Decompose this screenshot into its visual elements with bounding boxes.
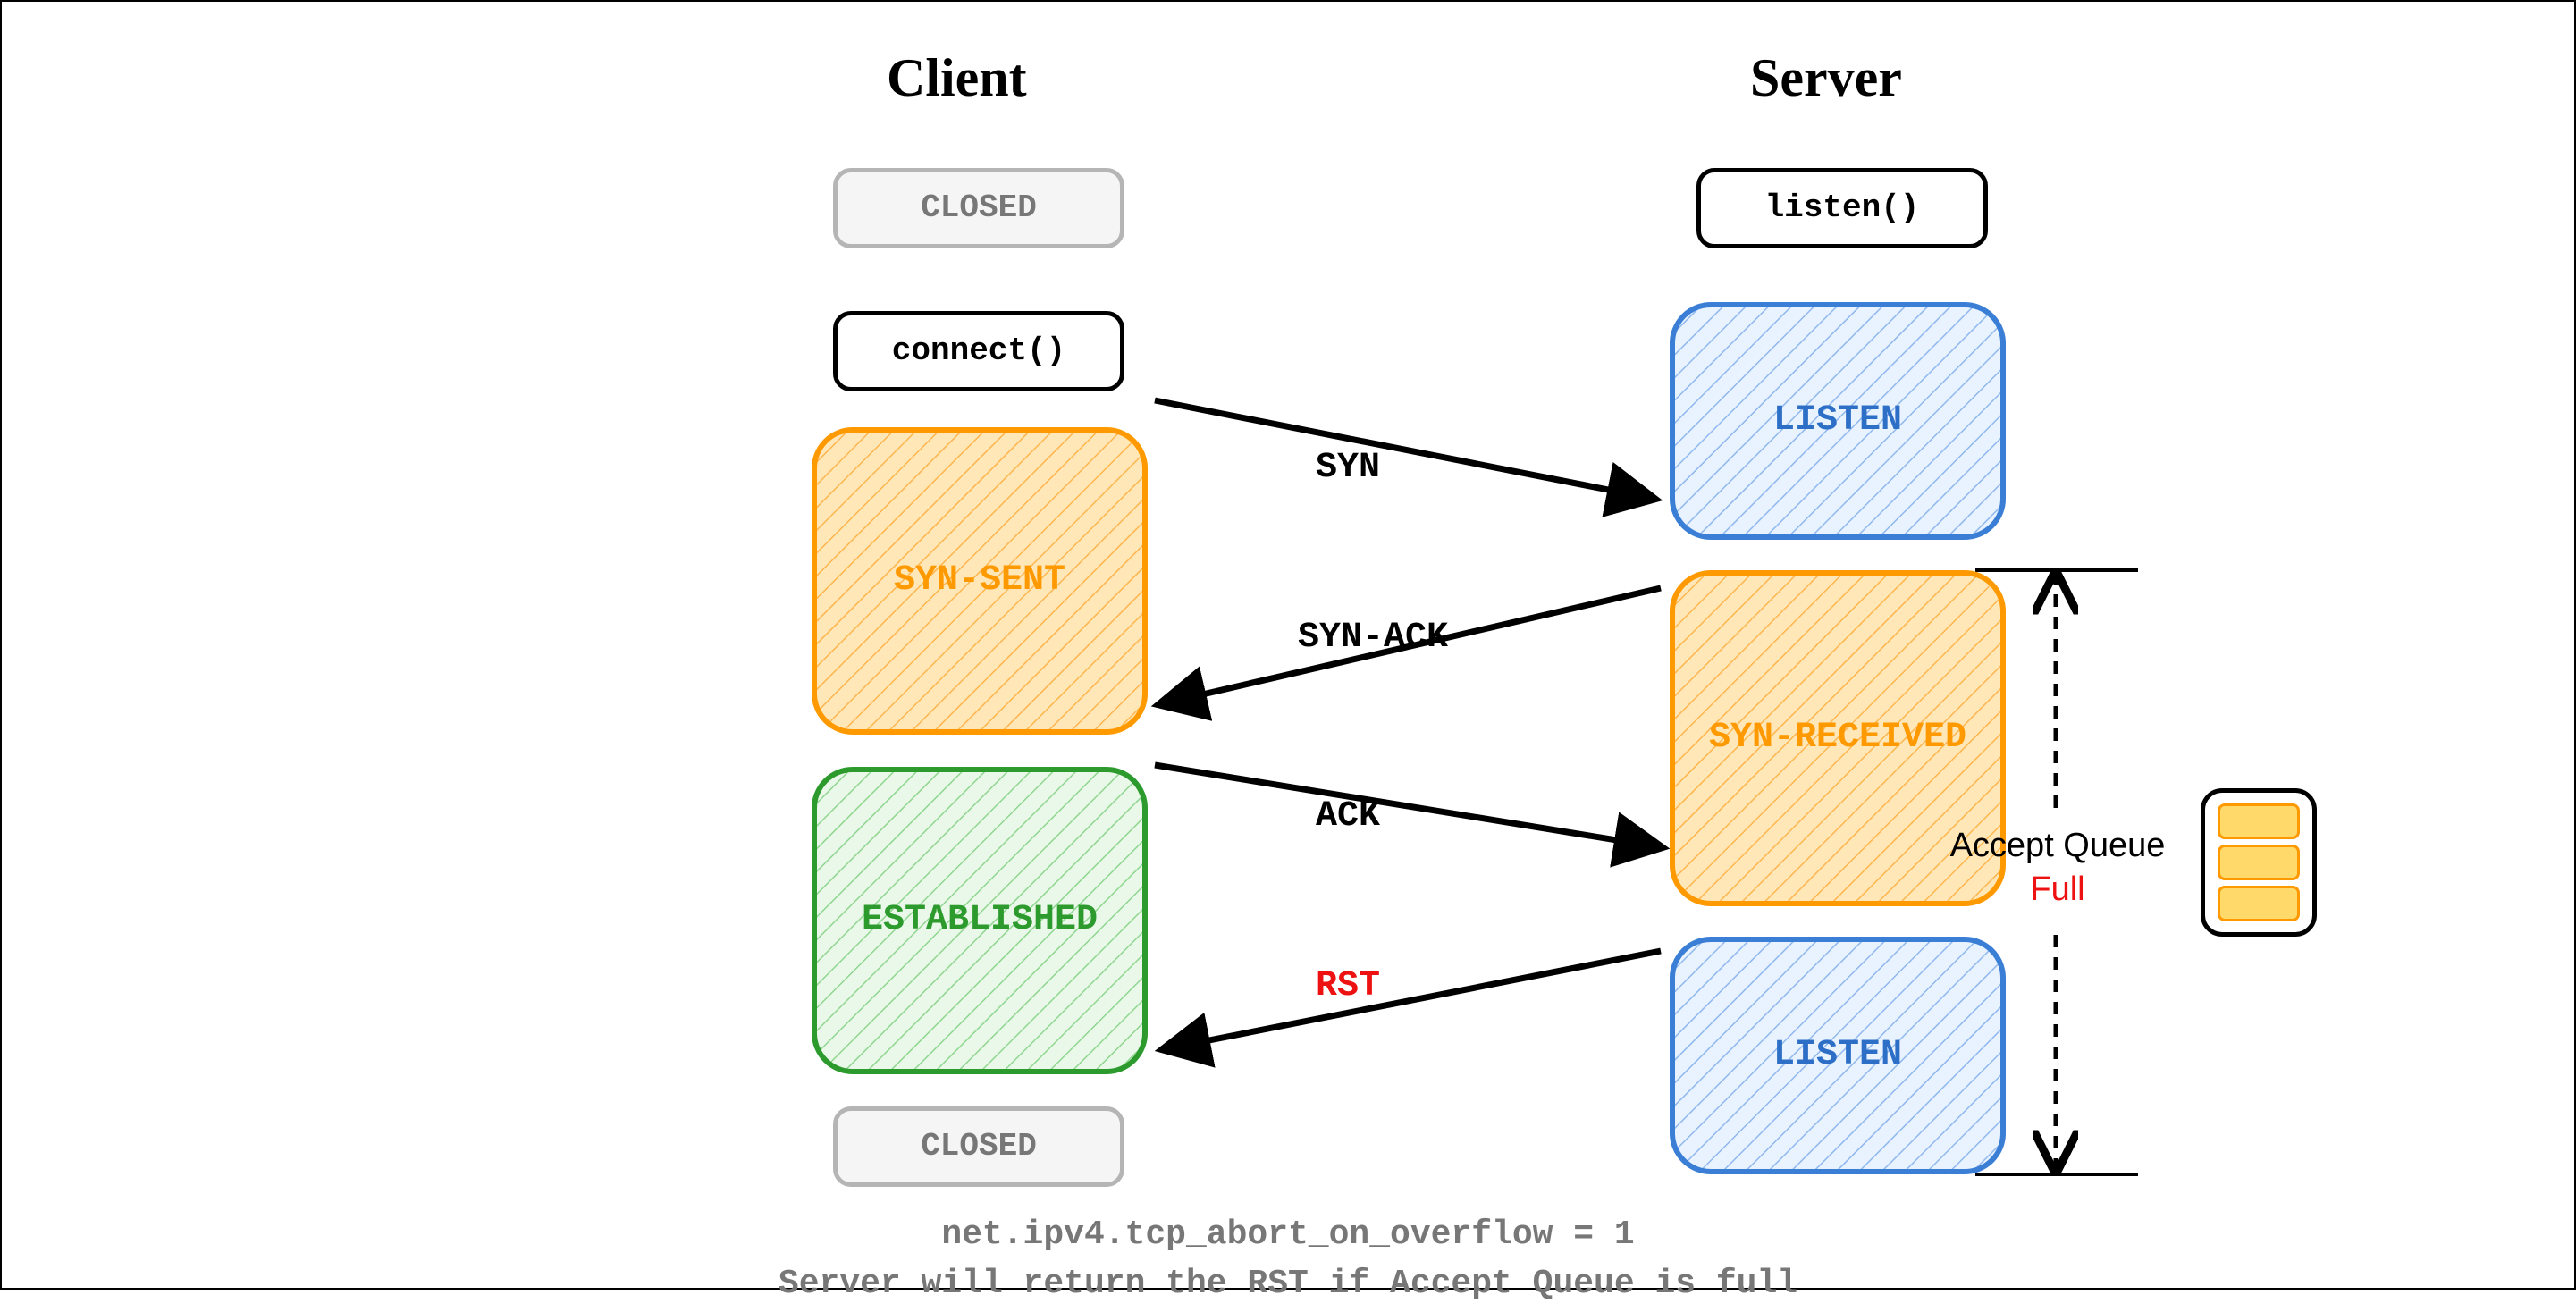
client-syn-sent: SYN-SENT xyxy=(812,427,1148,735)
label-synack: SYN-ACK xyxy=(1298,620,1448,656)
arrow-rst xyxy=(1164,951,1661,1049)
accept-queue-label: Accept Queue Full xyxy=(1941,824,2174,913)
server-listen-top: LISTEN xyxy=(1670,302,2006,540)
accept-queue-status: Full xyxy=(2030,870,2084,908)
client-closed-top: CLOSED xyxy=(833,168,1124,248)
label-syn: SYN xyxy=(1316,450,1380,486)
client-connect-call: connect() xyxy=(833,311,1124,391)
server-listen-call: listen() xyxy=(1696,168,1988,248)
queue-slot xyxy=(2218,845,2300,880)
client-closed-bottom: CLOSED xyxy=(833,1106,1124,1187)
client-established: ESTABLISHED xyxy=(812,767,1148,1074)
header-client: Client xyxy=(887,51,1027,105)
queue-slot xyxy=(2218,803,2300,839)
arrow-syn xyxy=(1155,400,1654,499)
label-ack: ACK xyxy=(1316,799,1380,835)
caption-line2: Server will return the RST if Accept Que… xyxy=(2,1257,2574,1312)
diagram-svg xyxy=(2,2,2576,1291)
server-listen-bottom: LISTEN xyxy=(1670,937,2006,1174)
caption-line1: net.ipv4.tcp_abort_on_overflow = 1 xyxy=(2,1208,2574,1263)
arrow-ack xyxy=(1155,765,1661,847)
diagram-frame: Client Server CLOSED connect() SYN-SENT … xyxy=(0,0,2576,1290)
accept-queue-text: Accept Queue xyxy=(1950,827,2166,864)
header-server: Server xyxy=(1750,51,1902,105)
queue-slot xyxy=(2218,886,2300,921)
accept-queue-icon xyxy=(2201,788,2317,937)
label-rst: RST xyxy=(1316,969,1380,1005)
